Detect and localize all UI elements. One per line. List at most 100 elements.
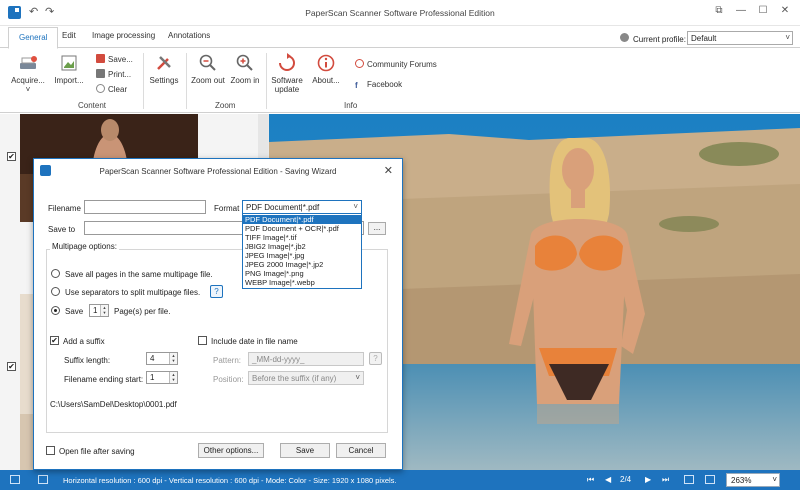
tab-general[interactable]: General — [8, 27, 59, 49]
save-small-button[interactable]: Save... — [96, 54, 133, 64]
ribbon-tabs: General Edit Image processing Annotation… — [0, 27, 800, 49]
radio-same-file[interactable] — [51, 269, 60, 278]
zoom-out-label: Zoom out — [191, 76, 225, 85]
format-option-pdf-ocr[interactable]: PDF Document + OCR|*.pdf — [243, 224, 361, 233]
zoom-in-icon — [236, 54, 253, 71]
selection-mode-icon[interactable] — [10, 475, 20, 484]
include-date-checkbox[interactable] — [198, 336, 207, 345]
format-option-tiff[interactable]: TIFF Image|*.tif — [243, 233, 361, 242]
output-path: C:\Users\SamDel\Desktop\0001.pdf — [50, 400, 177, 409]
update-icon — [279, 53, 295, 71]
community-forums-button[interactable]: Community Forums — [355, 59, 437, 69]
separators-help-button[interactable]: ? — [210, 285, 223, 298]
pattern-help-button[interactable]: ? — [369, 352, 382, 365]
fit-page-icon[interactable] — [705, 475, 715, 484]
saving-wizard-dialog: PaperScan Scanner Software Professional … — [33, 158, 403, 470]
import-button[interactable]: Import... — [49, 53, 89, 85]
pages-per-file-stepper[interactable]: 1 ▲ ▼ — [89, 304, 109, 317]
opt-save-label: Save — [65, 307, 84, 316]
profile-select[interactable]: Default ˅ — [687, 31, 793, 45]
acquire-button[interactable]: Acquire... ˅ — [8, 53, 48, 94]
acquire-label: Acquire... — [11, 76, 45, 85]
chat-icon — [355, 59, 364, 68]
thumbnail-1-checkbox[interactable]: ✔ — [7, 152, 16, 161]
chevron-down-icon: ˅ — [353, 202, 358, 211]
stepper-arrows-icon[interactable]: ▲ ▼ — [100, 305, 108, 316]
stepper-arrows-icon[interactable]: ▲ ▼ — [169, 372, 177, 383]
format-option-pdf[interactable]: PDF Document|*.pdf — [243, 215, 361, 224]
save-icon — [96, 54, 105, 63]
ending-start-value: 1 — [150, 373, 155, 382]
radio-save-pages[interactable] — [51, 306, 60, 315]
ending-start-stepper[interactable]: 1 ▲ ▼ — [146, 371, 178, 384]
format-dropdown-list: PDF Document|*.pdf PDF Document + OCR|*.… — [242, 213, 362, 289]
format-option-jpeg[interactable]: JPEG Image|*.jpg — [243, 251, 361, 260]
tab-edit[interactable]: Edit — [62, 31, 76, 40]
clear-label: Clear — [108, 85, 128, 94]
last-page-icon[interactable]: ⏭ — [662, 475, 669, 485]
pattern-input[interactable]: _MM-dd-yyyy_ — [248, 352, 364, 366]
zoom-select[interactable]: 263% ˅ — [726, 473, 780, 487]
open-after-checkbox[interactable] — [46, 446, 55, 455]
settings-button[interactable]: Settings — [146, 53, 182, 85]
settings-label: Settings — [149, 76, 179, 85]
title-bar: ↶ ↷ PaperScan Scanner Software Professio… — [0, 0, 800, 26]
status-bar: Horizontal resolution : 600 dpi - Vertic… — [0, 470, 800, 490]
software-update-label-1: Software — [271, 76, 303, 85]
format-label: Format — [214, 204, 240, 213]
save-to-label: Save to — [48, 225, 76, 234]
thumbnail-2-checkbox[interactable]: ✔ — [7, 362, 16, 371]
zoom-group-label: Zoom — [215, 101, 236, 110]
format-option-jpeg2000[interactable]: JPEG 2000 Image|*.jp2 — [243, 260, 361, 269]
format-option-png[interactable]: PNG Image|*.png — [243, 269, 361, 278]
tab-annotations[interactable]: Annotations — [168, 31, 210, 40]
fit-width-icon[interactable] — [684, 475, 694, 484]
suffix-length-value: 4 — [150, 354, 155, 363]
save-button[interactable]: Save — [280, 443, 330, 458]
close-button[interactable]: ✕ — [778, 5, 792, 19]
previous-page-icon[interactable]: ◀ — [605, 475, 611, 484]
first-page-icon[interactable]: ⏮ — [587, 475, 594, 485]
import-label: Import... — [54, 76, 84, 85]
add-suffix-checkbox[interactable]: ✔ — [50, 336, 59, 345]
radio-separators[interactable] — [51, 287, 60, 296]
maximize-button[interactable]: ☐ — [756, 5, 770, 19]
other-options-button[interactable]: Other options... — [198, 443, 264, 458]
open-after-label: Open file after saving — [59, 447, 135, 456]
profile-icon — [620, 33, 629, 42]
suffix-length-label: Suffix length: — [64, 356, 111, 365]
software-update-button[interactable]: Software update — [268, 53, 306, 94]
suffix-length-stepper[interactable]: 4 ▲ ▼ — [146, 352, 178, 365]
profile-value: Default — [691, 34, 717, 43]
opt-separators-label: Use separators to split multipage files. — [65, 288, 201, 297]
restore-icon[interactable]: ⧉ — [712, 5, 726, 19]
format-value: PDF Document|*.pdf — [246, 203, 320, 212]
import-icon — [61, 55, 77, 71]
cancel-button[interactable]: Cancel — [336, 443, 386, 458]
filename-input[interactable] — [84, 200, 206, 214]
zoom-in-button[interactable]: Zoom in — [228, 53, 262, 85]
format-select[interactable]: PDF Document|*.pdf ˅ — [242, 200, 362, 214]
format-option-jbig2[interactable]: JBIG2 Image|*.jb2 — [243, 242, 361, 251]
format-option-webp[interactable]: WEBP Image|*.webp — [243, 278, 361, 287]
position-select[interactable]: Before the suffix (if any) ˅ — [248, 371, 364, 385]
stepper-arrows-icon[interactable]: ▲ ▼ — [169, 353, 177, 364]
about-button[interactable]: About... — [308, 53, 344, 85]
scanner-icon — [20, 56, 37, 69]
page-layout-icon[interactable] — [38, 475, 48, 484]
facebook-button[interactable]: f Facebook — [355, 80, 402, 90]
zoom-value: 263% — [731, 476, 752, 485]
pages-suffix-label: Page(s) per file. — [114, 307, 171, 316]
tools-icon — [157, 56, 171, 70]
browse-button[interactable]: ... — [368, 222, 386, 235]
dialog-close-button[interactable]: ✕ — [384, 164, 393, 177]
about-label: About... — [312, 76, 340, 85]
pages-per-file-value: 1 — [93, 306, 98, 315]
zoom-out-button[interactable]: Zoom out — [190, 53, 226, 85]
dialog-title-bar: PaperScan Scanner Software Professional … — [34, 159, 402, 183]
tab-image-processing[interactable]: Image processing — [92, 31, 155, 40]
print-button[interactable]: Print... — [96, 69, 131, 79]
next-page-icon[interactable]: ▶ — [645, 475, 651, 484]
clear-button[interactable]: Clear — [96, 84, 127, 94]
minimize-button[interactable]: — — [734, 5, 748, 19]
